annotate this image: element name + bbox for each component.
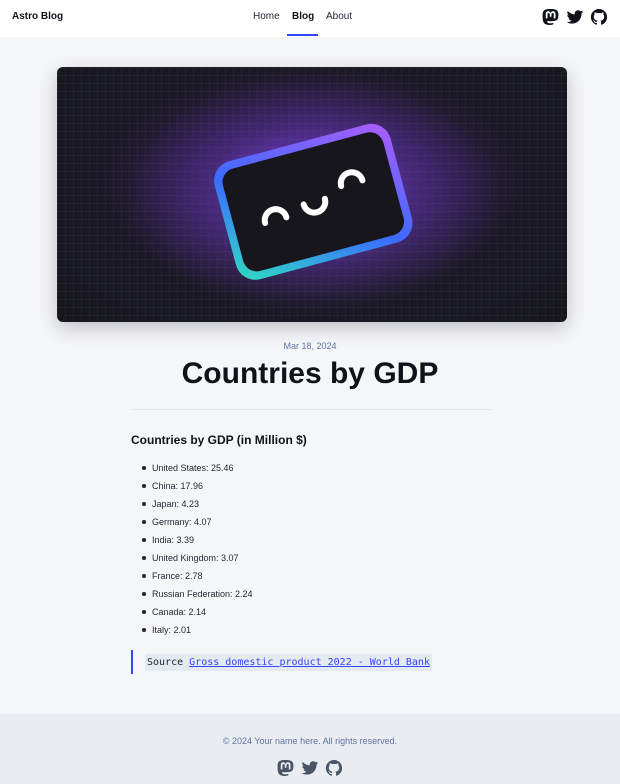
list-item: United Kingdom: 3.07 (142, 552, 253, 570)
astro-logo-illustration (122, 75, 502, 315)
list-item: Canada: 2.14 (142, 606, 253, 624)
site-footer: © 2024 Your name here. All rights reserv… (0, 714, 620, 784)
mastodon-icon[interactable] (542, 8, 560, 26)
list-item: Russian Federation: 2.24 (142, 588, 253, 606)
twitter-icon[interactable] (566, 8, 584, 26)
source-code: Source Gross domestic product 2022 - Wor… (145, 653, 432, 671)
hero-image (57, 67, 567, 322)
list-item: Japan: 4.23 (142, 498, 253, 516)
post-title: Countries by GDP (181, 357, 439, 390)
header-social-links (542, 8, 608, 26)
footer-copyright: © 2024 Your name here. All rights reserv… (222, 736, 398, 746)
source-link[interactable]: Gross domestic product 2022 - World Bank (189, 657, 430, 668)
main-nav: Home Blog About (0, 0, 620, 37)
source-prefix: Source (147, 656, 190, 668)
twitter-icon[interactable] (301, 759, 319, 777)
mastodon-icon[interactable] (277, 759, 295, 777)
nav-active-indicator (287, 34, 318, 36)
list-item: Germany: 4.07 (142, 516, 253, 534)
section-heading: Countries by GDP (in Million $) (131, 433, 307, 447)
github-icon[interactable] (325, 759, 343, 777)
list-item: United States: 25.46 (142, 462, 253, 480)
list-item: Italy: 2.01 (142, 624, 253, 642)
list-item: France: 2.78 (142, 570, 253, 588)
title-divider (131, 409, 492, 410)
post-date: Mar 18, 2024 (283, 341, 337, 351)
footer-social-links (277, 759, 343, 777)
source-blockquote: Source Gross domestic product 2022 - Wor… (131, 650, 432, 674)
article-main: Mar 18, 2024 Countries by GDP Countries … (0, 37, 620, 714)
github-icon[interactable] (590, 8, 608, 26)
nav-blog-link[interactable]: Blog (292, 11, 314, 23)
list-item: China: 17.96 (142, 480, 253, 498)
site-header: Astro Blog Home Blog About (0, 0, 620, 37)
list-item: India: 3.39 (142, 534, 253, 552)
nav-about-link[interactable]: About (326, 11, 352, 23)
gdp-list: United States: 25.46 China: 17.96 Japan:… (142, 462, 253, 642)
nav-home-link[interactable]: Home (253, 11, 280, 23)
